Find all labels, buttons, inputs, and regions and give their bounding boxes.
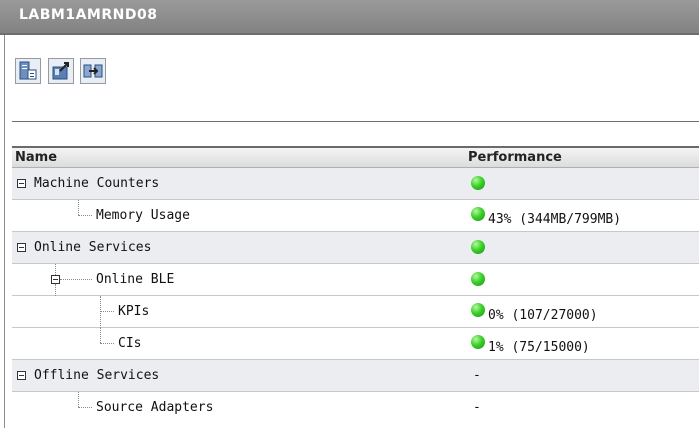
status-ok-icon: [471, 207, 485, 221]
performance-value: -: [473, 400, 481, 415]
toolbar-separator: [12, 121, 699, 122]
performance-value: 43% (344MB/799MB): [488, 212, 622, 227]
row-label: KPIs: [118, 304, 150, 319]
performance-value: -: [473, 368, 481, 383]
collapse-toggle-icon[interactable]: [17, 179, 26, 188]
tree-connector-line: [100, 311, 114, 312]
tree-row-offline-services[interactable]: Offline Services -: [12, 360, 699, 392]
refresh-icon: [83, 64, 103, 78]
tree-connector-line: [78, 407, 92, 408]
tree-row-online-services[interactable]: Online Services: [12, 232, 699, 264]
table-header: Name Performance: [12, 146, 699, 168]
status-ok-icon: [471, 335, 485, 349]
row-label: Memory Usage: [96, 208, 190, 223]
properties-button[interactable]: [15, 58, 41, 84]
properties-icon: [19, 61, 37, 80]
column-header-performance[interactable]: Performance: [468, 150, 562, 165]
tree-row-machine-counters[interactable]: Machine Counters: [12, 168, 699, 200]
column-header-name[interactable]: Name: [15, 150, 57, 165]
collapse-toggle-icon[interactable]: [51, 275, 60, 284]
status-ok-icon: [471, 272, 485, 286]
status-ok-icon: [471, 303, 485, 317]
status-ok-icon: [471, 240, 485, 254]
row-label: CIs: [118, 336, 142, 351]
performance-value: 1% (75/15000): [488, 340, 590, 355]
tree-connector-line: [60, 279, 92, 280]
export-button[interactable]: [48, 58, 74, 84]
tree-row-memory-usage[interactable]: Memory Usage 43% (344MB/799MB): [12, 200, 699, 232]
export-icon: [52, 62, 69, 80]
window-title: LABM1AMRND08: [19, 7, 158, 23]
row-label: Machine Counters: [34, 176, 160, 191]
row-label: Offline Services: [34, 368, 160, 383]
tree-connector-line: [100, 328, 101, 343]
tree-connector-line: [78, 200, 79, 215]
row-label: Online Services: [34, 240, 152, 255]
tree-row-kpis[interactable]: KPIs 0% (107/27000): [12, 296, 699, 328]
window-titlebar: LABM1AMRND08: [0, 0, 699, 35]
tree-row-cis[interactable]: CIs 1% (75/15000): [12, 328, 699, 360]
tree-row-source-adapters[interactable]: Source Adapters -: [12, 392, 699, 428]
row-label: Online BLE: [96, 272, 175, 287]
tree-row-online-ble[interactable]: Online BLE: [12, 264, 699, 296]
performance-value: 0% (107/27000): [488, 308, 598, 323]
tree-connector-line: [55, 284, 56, 296]
tree-connector-line: [78, 392, 79, 407]
tree-connector-line: [55, 264, 56, 275]
collapse-toggle-icon[interactable]: [17, 371, 26, 380]
tree-connector-line: [100, 296, 101, 328]
row-label: Source Adapters: [96, 400, 214, 415]
tree-connector-line: [100, 343, 114, 344]
refresh-button[interactable]: [80, 58, 106, 84]
collapse-toggle-icon[interactable]: [17, 243, 26, 252]
tree-connector-line: [78, 215, 92, 216]
status-ok-icon: [471, 176, 485, 190]
